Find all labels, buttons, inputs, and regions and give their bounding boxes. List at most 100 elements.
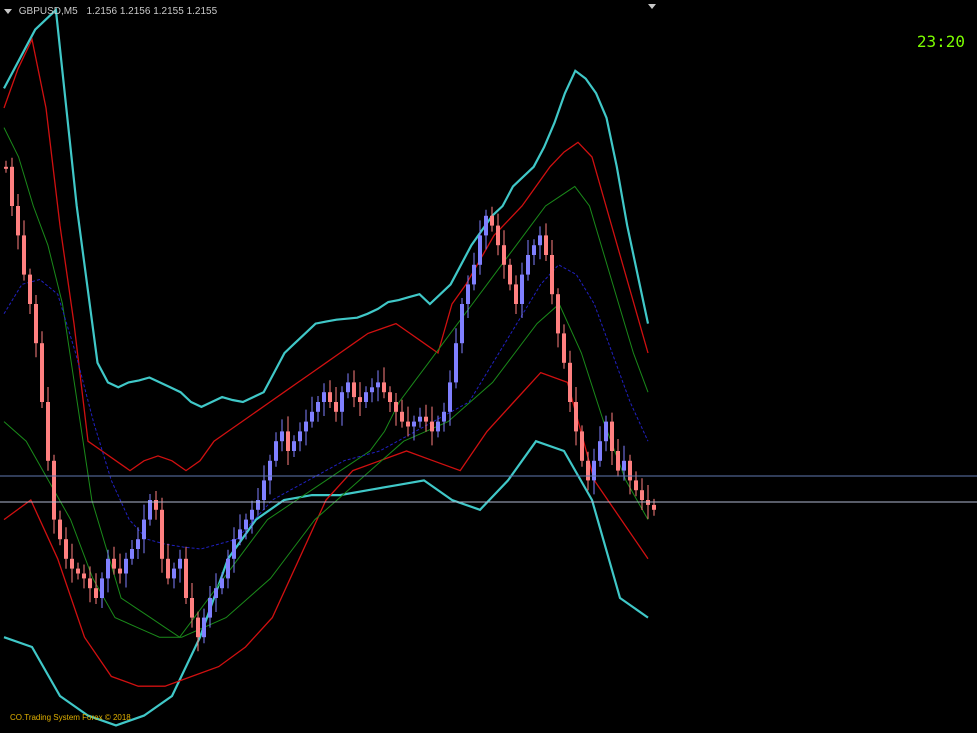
candle-body [490,215,494,226]
candle-body [238,529,242,540]
candle-body [502,245,506,265]
candle-body [364,392,368,402]
symbol-label: GBPUSD,M5 [18,6,78,17]
candle-body [16,206,20,236]
candle-body [34,304,38,344]
candle-body [430,421,434,432]
close-value: 1.2155 [186,6,218,17]
candle-body [556,294,560,334]
candle-body [466,284,470,304]
high-value: 1.2156 [119,6,151,17]
candle-body [388,392,392,402]
candle-body [610,421,614,451]
candle-body [244,519,248,530]
indicator-bands [3,7,650,727]
candle-body [334,402,338,412]
candle-body [424,416,428,422]
candle-body [292,441,296,451]
candle-body [544,235,548,255]
candle-body [604,421,608,442]
candle-body [64,539,68,559]
candle-body [532,245,536,255]
candle-body [478,235,482,265]
candle-body [592,460,596,481]
dropdown-triangle-icon[interactable] [4,8,12,14]
candle-body [94,588,98,598]
candle-body [184,558,188,598]
candle-body [250,509,254,520]
candle-body [160,509,164,559]
candle-body [598,441,602,461]
copyright-label: CO.Trading System Forex © 2018 [10,713,131,722]
candle-body [634,480,638,491]
candle-body [568,362,572,402]
candle-body [220,578,224,589]
candle-body [22,235,26,275]
upper-outer-band [3,7,650,409]
candle-body [520,274,524,304]
candle-body [526,255,530,275]
candle-body [508,264,512,285]
candle-body [4,166,8,169]
candle-body [616,451,620,471]
candle-body [142,519,146,540]
candle-body [112,558,116,569]
candle-body [52,460,56,520]
candle-body [574,402,578,432]
candle-body [514,284,518,304]
upper-inner-band [3,127,649,638]
candle-body [352,382,356,398]
candle-body [454,343,458,383]
candle-body [106,558,110,579]
candle-body [226,558,230,579]
candle-body [310,411,314,422]
clock-label: 23:20 [916,32,965,51]
candle-body [586,460,590,481]
candle-body [124,558,128,574]
candle-body [382,382,386,393]
candle-body [328,392,332,402]
candle-body [370,387,374,393]
candle-body [298,431,302,442]
chart-shift-marker-icon[interactable] [648,4,656,9]
candle-body [10,166,14,206]
candle-body [436,421,440,432]
candle-body [232,539,236,559]
candle-body [286,431,290,451]
candle-body [406,421,410,427]
candle-body [340,392,344,412]
candle-body [418,416,422,422]
candle-body [496,225,500,246]
price-chart[interactable] [0,0,977,733]
candles [4,157,656,652]
chart-header: GBPUSD,M5 1.2156 1.2156 1.2155 1.2155 [4,6,217,17]
candle-body [196,617,200,638]
candle-body [460,304,464,344]
candle-body [202,617,206,638]
candle-body [358,397,362,402]
candle-body [214,588,218,598]
candle-body [190,598,194,618]
candle-body [562,333,566,363]
candle-body [46,402,50,461]
candle-body [82,573,86,579]
candle-body [442,411,446,422]
candle-body [274,441,278,461]
candle-body [178,558,182,569]
candle-body [76,568,80,574]
center-band [3,264,649,550]
candle-body [154,500,158,510]
low-value: 1.2155 [153,6,184,17]
candle-body [280,431,284,442]
candle-body [316,402,320,412]
candle-body [628,460,632,481]
candle-body [208,598,212,618]
candle-body [28,274,32,304]
candle-body [376,382,380,388]
candle-body [484,215,488,236]
candle-body [400,411,404,422]
candle-body [70,558,74,569]
candle-body [622,460,626,471]
candle-body [148,500,152,520]
candle-body [538,235,542,246]
